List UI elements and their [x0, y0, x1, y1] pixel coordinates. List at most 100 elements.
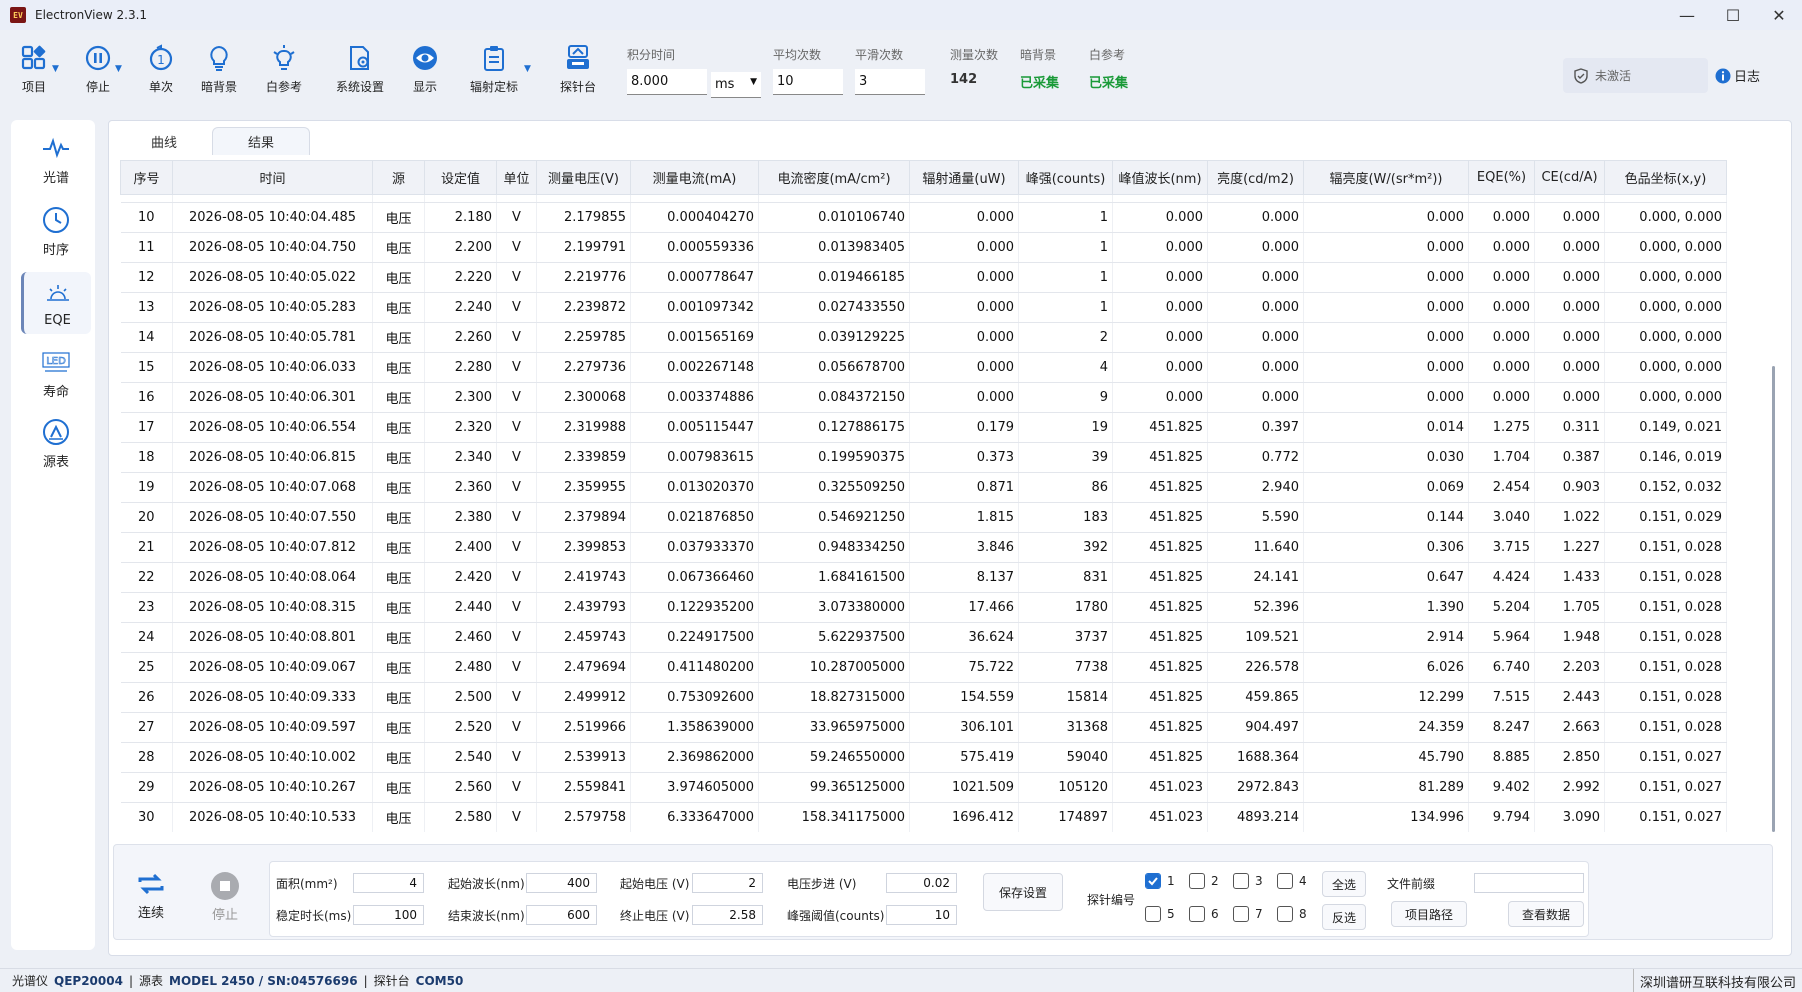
maximize-button[interactable]: ☐: [1710, 0, 1756, 30]
table-row[interactable]: 21 2026-08-05 10:40:07.812 电压 2.400 V 2.39985…: [120, 532, 1727, 563]
table-cell: 0.000: [1112, 202, 1208, 233]
activation-status[interactable]: 未激活: [1563, 58, 1708, 93]
table-row[interactable]: 19 2026-08-05 10:40:07.068 电压 2.360 V 2.35995…: [120, 472, 1727, 503]
column-header[interactable]: CE(cd/A): [1534, 160, 1605, 195]
probe-checkbox-4[interactable]: [1277, 873, 1293, 889]
table-row[interactable]: 26 2026-08-05 10:40:09.333 电压 2.500 V 2.49991…: [120, 682, 1727, 713]
column-header[interactable]: 亮度(cd/m2): [1207, 160, 1304, 195]
table-row[interactable]: 24 2026-08-05 10:40:08.801 电压 2.460 V 2.45974…: [120, 622, 1727, 653]
table-row[interactable]: 13 2026-08-05 10:40:05.283 电压 2.240 V 2.23987…: [120, 292, 1727, 323]
table-cell: V: [496, 202, 537, 233]
area-input[interactable]: 4: [353, 873, 424, 893]
column-header[interactable]: 峰强(counts): [1018, 160, 1113, 195]
probe-checkbox-1[interactable]: [1145, 873, 1161, 889]
table-row[interactable]: 16 2026-08-05 10:40:06.301 电压 2.300 V 2.30006…: [120, 382, 1727, 413]
column-header[interactable]: 单位: [496, 160, 537, 195]
sidebar-item-spectrum[interactable]: 光谱: [21, 128, 91, 190]
table-row[interactable]: 92026-08-05 10:40:04.220电压2.160V2.159884…: [120, 194, 1727, 203]
table-row[interactable]: 28 2026-08-05 10:40:10.002 电压 2.540 V 2.53991…: [120, 742, 1727, 773]
smooth-count-input[interactable]: 3: [855, 69, 925, 95]
tab-result[interactable]: 结果: [212, 127, 310, 155]
column-header[interactable]: 测量电压(V): [536, 160, 631, 195]
end-voltage-input[interactable]: 2.58: [692, 905, 763, 925]
stop-measure-button[interactable]: 停止: [210, 871, 240, 923]
column-header[interactable]: 序号: [120, 160, 173, 195]
table-row[interactable]: 10 2026-08-05 10:40:04.485 电压 2.180 V 2.17985…: [120, 202, 1727, 233]
table-row[interactable]: 15 2026-08-05 10:40:06.033 电压 2.280 V 2.27973…: [120, 352, 1727, 383]
table-cell: 0.151, 0.028: [1604, 562, 1727, 593]
system-settings-button[interactable]: 系统设置: [336, 44, 384, 95]
log-button[interactable]: 日志: [1715, 66, 1760, 85]
table-row[interactable]: 11 2026-08-05 10:40:04.750 电压 2.200 V 2.19979…: [120, 232, 1727, 263]
white-reference-button[interactable]: 白参考: [266, 44, 302, 95]
table-row[interactable]: 23 2026-08-05 10:40:08.315 电压 2.440 V 2.43979…: [120, 592, 1727, 623]
column-header[interactable]: EQE(%): [1468, 160, 1535, 195]
table-cell: 0.003374886: [630, 382, 759, 413]
probe-checkbox-7[interactable]: [1233, 906, 1249, 922]
table-row[interactable]: 22 2026-08-05 10:40:08.064 电压 2.420 V 2.41974…: [120, 562, 1727, 593]
column-header[interactable]: 辐亮度(W/(sr*m²)): [1303, 160, 1469, 195]
save-settings-button[interactable]: 保存设置: [983, 873, 1063, 911]
unit-select[interactable]: ms ▼: [711, 66, 761, 98]
probe-checkbox-5[interactable]: [1145, 906, 1161, 922]
sidebar-item-eqe[interactable]: EQE: [21, 272, 91, 334]
continuous-button[interactable]: 连续: [136, 871, 166, 921]
sidebar-item-source-meter[interactable]: 源表: [21, 412, 91, 474]
table-row[interactable]: 12 2026-08-05 10:40:05.022 电压 2.220 V 2.21977…: [120, 262, 1727, 293]
display-button[interactable]: 显示: [411, 44, 439, 95]
stop-dropdown-icon[interactable]: ▼: [115, 64, 122, 74]
end-wavelength-input[interactable]: 600: [526, 905, 597, 925]
column-header[interactable]: 色品坐标(x,y): [1604, 160, 1727, 195]
probe-checkbox-6[interactable]: [1189, 906, 1205, 922]
voltage-step-input[interactable]: 0.02: [886, 873, 957, 893]
column-header[interactable]: 时间: [172, 160, 373, 195]
project-dropdown-icon[interactable]: ▼: [52, 64, 59, 74]
table-row[interactable]: 20 2026-08-05 10:40:07.550 电压 2.380 V 2.37989…: [120, 502, 1727, 533]
stop-button[interactable]: 停止: [84, 44, 112, 95]
table-cell: 2.179855: [536, 202, 631, 233]
start-wavelength-input[interactable]: 400: [526, 873, 597, 893]
probe-checkbox-8[interactable]: [1277, 906, 1293, 922]
select-all-button[interactable]: 全选: [1322, 871, 1366, 897]
column-header[interactable]: 设定值: [424, 160, 497, 195]
table-row[interactable]: 18 2026-08-05 10:40:06.815 电压 2.340 V 2.33985…: [120, 442, 1727, 473]
table-cell: 24: [120, 622, 173, 653]
table-row[interactable]: 29 2026-08-05 10:40:10.267 电压 2.560 V 2.55984…: [120, 772, 1727, 803]
stable-time-input[interactable]: 100: [353, 905, 424, 925]
dark-background-button[interactable]: 暗背景: [201, 44, 237, 95]
table-cell: V: [496, 682, 537, 713]
project-button[interactable]: 项目: [20, 44, 48, 95]
probe-station-button[interactable]: 探针台: [560, 44, 596, 95]
peak-threshold-input[interactable]: 10: [886, 905, 957, 925]
column-header[interactable]: 源: [372, 160, 425, 195]
start-voltage-input[interactable]: 2: [692, 873, 763, 893]
pause-circle-icon: [85, 45, 111, 71]
probe-checkbox-3[interactable]: [1233, 873, 1249, 889]
column-header[interactable]: 辐射通量(uW): [909, 160, 1019, 195]
close-button[interactable]: ✕: [1756, 0, 1802, 30]
invert-selection-button[interactable]: 反选: [1322, 904, 1366, 930]
view-data-button[interactable]: 查看数据: [1508, 901, 1584, 927]
column-header[interactable]: 测量电流(mA): [630, 160, 759, 195]
radiometric-calibration-button[interactable]: 辐射定标: [470, 44, 518, 95]
table-cell: 2.499912: [536, 682, 631, 713]
single-button[interactable]: 1 单次: [147, 44, 175, 95]
project-path-button[interactable]: 项目路径: [1391, 901, 1467, 927]
integration-time-input[interactable]: 8.000: [627, 69, 707, 95]
tab-curve[interactable]: 曲线: [120, 127, 208, 155]
probe-checkbox-2[interactable]: [1189, 873, 1205, 889]
minimize-button[interactable]: —: [1664, 0, 1710, 30]
calibration-dropdown-icon[interactable]: ▼: [524, 64, 531, 74]
table-row[interactable]: 27 2026-08-05 10:40:09.597 电压 2.520 V 2.51996…: [120, 712, 1727, 743]
table-row[interactable]: 14 2026-08-05 10:40:05.781 电压 2.260 V 2.25978…: [120, 322, 1727, 353]
table-row[interactable]: 25 2026-08-05 10:40:09.067 电压 2.480 V 2.47969…: [120, 652, 1727, 683]
column-header[interactable]: 峰值波长(nm): [1112, 160, 1208, 195]
table-row[interactable]: 30 2026-08-05 10:40:10.533 电压 2.580 V 2.57975…: [120, 802, 1727, 832]
table-row[interactable]: 17 2026-08-05 10:40:06.554 电压 2.320 V 2.31998…: [120, 412, 1727, 443]
file-prefix-input[interactable]: [1474, 873, 1584, 893]
sidebar-item-timing[interactable]: 时序: [21, 200, 91, 262]
average-count-input[interactable]: 10: [773, 69, 843, 95]
sidebar-item-lifetime[interactable]: LED 寿命: [21, 342, 91, 404]
column-header[interactable]: 电流密度(mA/cm²): [758, 160, 910, 195]
table-scrollbar[interactable]: [1772, 366, 1775, 832]
